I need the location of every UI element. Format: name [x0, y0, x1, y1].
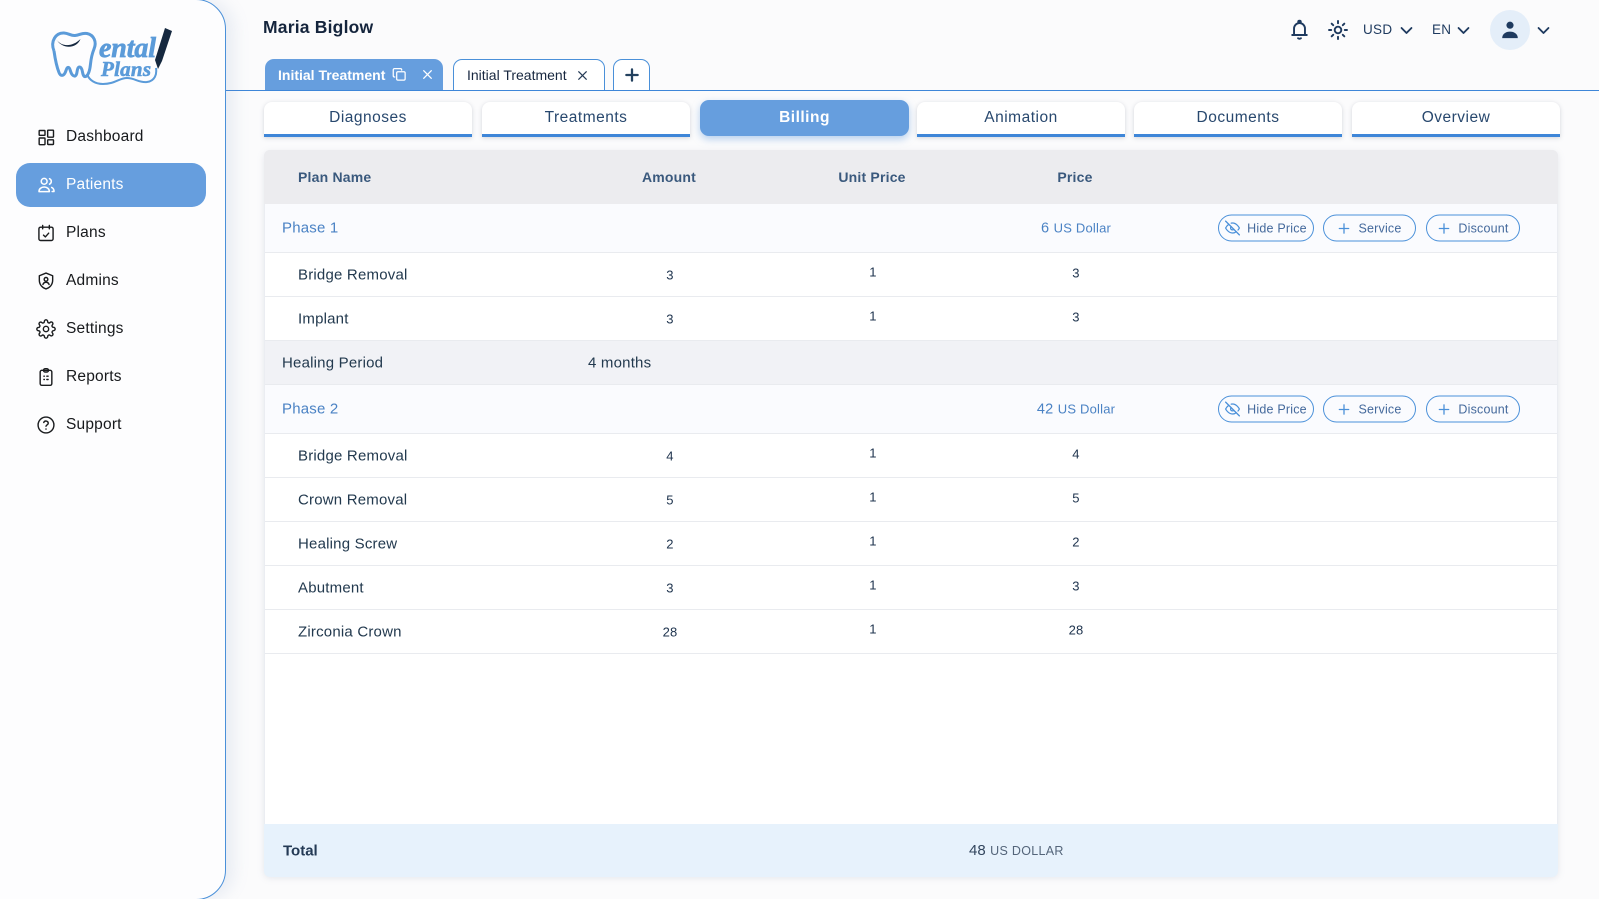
- svg-text:Plans: Plans: [100, 57, 151, 81]
